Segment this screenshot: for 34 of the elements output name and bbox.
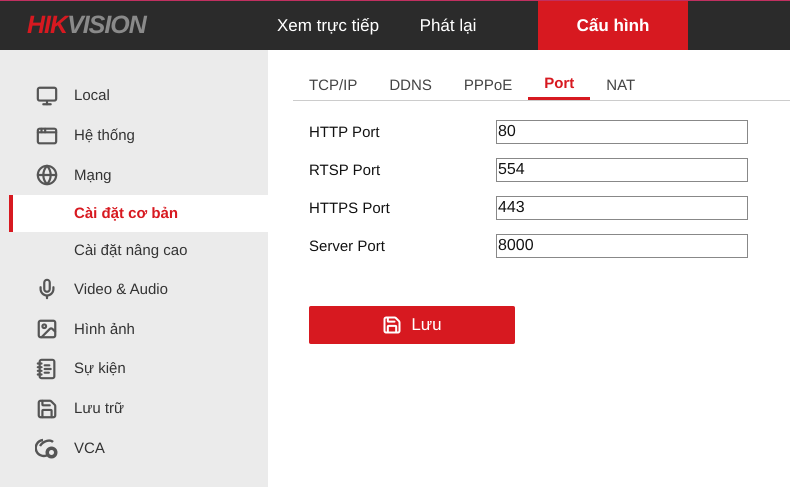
tab[interactable]: TCP/IP bbox=[293, 70, 374, 100]
nav-tab[interactable]: Cấu hình bbox=[538, 1, 688, 50]
port-field[interactable]: 443 bbox=[496, 196, 748, 220]
sidebar-item[interactable]: VCA bbox=[74, 440, 105, 457]
field-label: HTTP Port bbox=[309, 124, 381, 140]
sidebar-item[interactable]: Local bbox=[74, 87, 110, 104]
sidebar-item[interactable]: Video & Audio bbox=[74, 280, 168, 298]
sidebar-item[interactable]: Hệ thống bbox=[74, 127, 135, 144]
image-icon bbox=[36, 318, 58, 340]
tab[interactable]: DDNS bbox=[373, 70, 448, 100]
gear-orbit-icon bbox=[35, 436, 59, 460]
notepad-icon bbox=[36, 358, 58, 380]
field-label: HTTPS Port bbox=[309, 200, 391, 216]
field-label: RTSP Port bbox=[309, 162, 382, 178]
port-field[interactable]: 8000 bbox=[496, 234, 748, 258]
nav-tab[interactable]: Phát lại bbox=[388, 1, 508, 50]
field-label: Server Port bbox=[309, 238, 386, 254]
sidebar-item[interactable]: Mạng bbox=[74, 166, 112, 184]
port-field[interactable]: 80 bbox=[496, 120, 748, 144]
sidebar-item[interactable]: Lưu trữ bbox=[74, 400, 124, 418]
tab[interactable]: Port bbox=[528, 70, 590, 100]
port-field[interactable]: 554 bbox=[496, 158, 748, 182]
globe-icon bbox=[36, 164, 58, 186]
monitor-icon bbox=[36, 84, 58, 107]
sidebar-item[interactable]: Hình ảnh bbox=[74, 320, 135, 338]
sidebar-subitem[interactable]: Cài đặt cơ bản bbox=[9, 195, 268, 232]
logo: HIKVISION bbox=[26, 10, 148, 41]
sidebar-subitem[interactable]: Cài đặt nâng cao bbox=[9, 232, 268, 270]
save-button[interactable]: Lưu bbox=[309, 306, 515, 344]
sidebar-item[interactable]: Sự kiện bbox=[74, 360, 126, 378]
tab[interactable]: PPPoE bbox=[448, 70, 528, 100]
tab[interactable]: NAT bbox=[590, 70, 652, 100]
window-icon bbox=[36, 124, 58, 147]
nav-tab[interactable]: Xem trực tiếp bbox=[268, 1, 388, 50]
